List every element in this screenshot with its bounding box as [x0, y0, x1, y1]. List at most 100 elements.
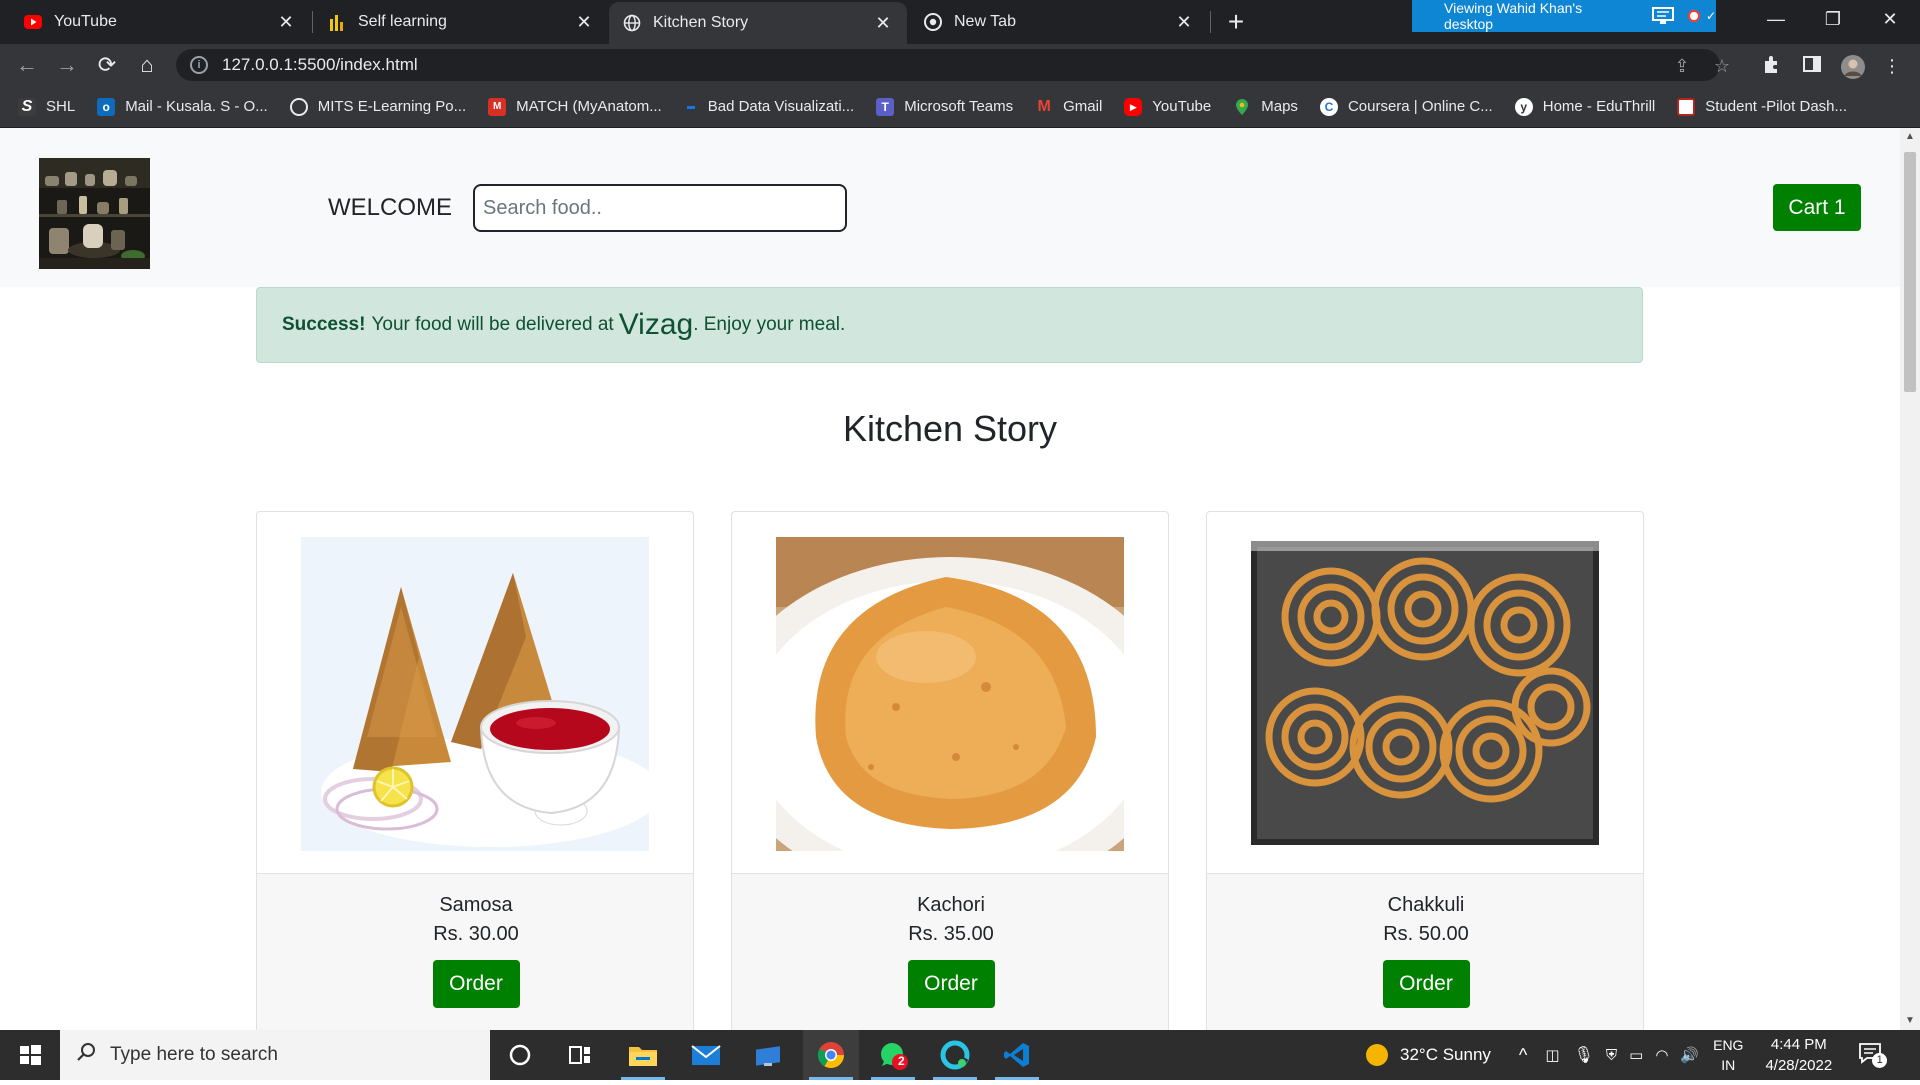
wifi-icon[interactable]: ◠ [1655, 1046, 1668, 1064]
minimize-button[interactable]: — [1748, 0, 1804, 38]
windows-icon [20, 1045, 41, 1065]
sun-icon[interactable] [1366, 1044, 1388, 1066]
vscode-icon[interactable] [989, 1030, 1045, 1080]
extensions-icon[interactable] [1760, 54, 1784, 78]
chrome-taskbar-icon[interactable] [803, 1030, 859, 1080]
remote-session-banner[interactable]: Viewing Wahid Khan's desktop ✓ [1412, 0, 1716, 32]
remote-desktop-icon[interactable] [740, 1030, 796, 1080]
whatsapp-icon[interactable]: 2 [865, 1030, 921, 1080]
welcome-text: WELCOME [328, 194, 453, 221]
site-logo[interactable] [39, 158, 150, 269]
food-name: Kachori [917, 894, 985, 916]
order-button[interactable]: Order [907, 960, 995, 1008]
bookmark-student-dash[interactable]: Student -Pilot Dash... [1677, 97, 1847, 116]
page-scrollbar[interactable]: ▲ ▼ [1900, 128, 1920, 1030]
bookmark-match[interactable]: M MATCH (MyAnatom... [488, 97, 662, 116]
site-navbar: WELCOME Cart 1 [0, 128, 1900, 287]
scroll-thumb[interactable] [1904, 152, 1916, 392]
taskbar-search[interactable]: Type here to search [60, 1030, 490, 1080]
back-icon[interactable]: ← [12, 50, 42, 80]
reload-icon[interactable]: ⟳ [92, 50, 122, 80]
clock[interactable]: 4:44 PM 4/28/2022 [1765, 1034, 1832, 1076]
chrome-menu-icon[interactable]: ⋮ [1880, 54, 1904, 78]
order-button[interactable]: Order [432, 960, 520, 1008]
tab-youtube[interactable]: YouTube ✕ [10, 0, 310, 44]
bookmark-mail[interactable]: o Mail - Kusala. S - O... [97, 97, 268, 116]
bookmark-bad-data[interactable]: Bad Data Visualizati... [684, 98, 854, 116]
chevron-up-icon[interactable]: ^ [1519, 1045, 1527, 1066]
check-icon: ✓ [1705, 9, 1716, 23]
globe-icon [623, 14, 641, 32]
bookmark-eduthrill[interactable]: y Home - EduThrill [1514, 97, 1655, 116]
tab-kitchen-story[interactable]: Kitchen Story ✕ [609, 2, 907, 44]
record-icon[interactable] [1688, 10, 1700, 22]
home-icon[interactable]: ⌂ [132, 50, 162, 80]
scroll-up-arrow[interactable]: ▲ [1900, 128, 1920, 146]
new-tab-button[interactable]: + [1220, 6, 1252, 38]
lang-bottom: IN [1721, 1057, 1736, 1073]
tab-title: YouTube [54, 13, 117, 30]
shl-icon: S [18, 97, 36, 116]
microphone-icon[interactable]: 🎙 [1574, 1045, 1594, 1065]
page-title: Kitchen Story [842, 408, 1058, 449]
meet-now-icon[interactable]: ◫ [1545, 1046, 1559, 1064]
restore-button[interactable]: ❐ [1805, 0, 1861, 38]
success-alert: Success! Your food will be delivered at … [256, 287, 1643, 363]
info-icon[interactable]: i [190, 56, 208, 74]
scroll-down-arrow[interactable]: ▼ [1900, 1012, 1920, 1030]
close-icon[interactable]: ✕ [1174, 12, 1194, 33]
bookmark-coursera[interactable]: C Coursera | Online C... [1319, 97, 1493, 116]
bookmark-star-icon[interactable]: ☆ [1710, 54, 1734, 78]
address-bar[interactable]: i 127.0.0.1:5500/index.html [176, 49, 1720, 81]
notification-icon[interactable]: 1 [1858, 1041, 1888, 1070]
alert-strong: Success! [282, 314, 366, 335]
bookmark-mits[interactable]: MITS E-Learning Po... [289, 97, 467, 116]
eduthrill-icon: y [1514, 97, 1533, 116]
cortana-icon[interactable] [492, 1030, 548, 1080]
youtube-icon [24, 13, 42, 31]
food-price: Rs. 35.00 [908, 923, 994, 945]
bookmarks-bar: S SHL o Mail - Kusala. S - O... MITS E-L… [0, 86, 1920, 128]
youtube-icon: ▶ [1124, 97, 1143, 116]
food-price: Rs. 50.00 [1383, 923, 1469, 945]
mail-icon[interactable] [678, 1030, 734, 1080]
bookmark-label: MITS E-Learning Po... [317, 98, 467, 115]
monitor-icon[interactable] [1652, 7, 1675, 25]
chakkuli-image [1251, 537, 1599, 851]
bookmark-teams[interactable]: T Microsoft Teams [876, 97, 1013, 116]
edge-icon[interactable] [927, 1030, 983, 1080]
file-explorer-icon[interactable] [615, 1030, 671, 1080]
weather-text[interactable]: 32°C Sunny [1400, 1045, 1491, 1065]
defender-icon[interactable]: ⛨ [1606, 1047, 1617, 1064]
order-button[interactable]: Order [1382, 960, 1470, 1008]
tab-title: Self learning [358, 13, 447, 30]
battery-icon[interactable]: ▭ [1629, 1046, 1643, 1064]
delivery-city: Vizag [618, 308, 694, 341]
food-card-kachori: Kachori Rs. 35.00 Order [731, 511, 1169, 1030]
browser-toolbar: ← → ⟳ ⌂ i 127.0.0.1:5500/index.html ⇪ ☆ … [0, 44, 1920, 86]
language-indicator[interactable]: ENG IN [1713, 1035, 1743, 1075]
start-button[interactable] [0, 1030, 60, 1080]
bookmark-shl[interactable]: S SHL [18, 97, 75, 116]
close-icon[interactable]: ✕ [276, 12, 296, 33]
profile-avatar[interactable] [1840, 54, 1865, 79]
kachori-image [776, 537, 1124, 851]
volume-icon[interactable]: 🔊 [1680, 1046, 1699, 1064]
bookmark-maps[interactable]: Maps [1233, 98, 1298, 116]
system-tray: 32°C Sunny ^ ◫ 🎙 ⛨ ▭ ◠ 🔊 ENG IN 4:44 PM … [1366, 1030, 1888, 1080]
close-icon[interactable]: ✕ [574, 12, 594, 33]
close-window-button[interactable]: ✕ [1862, 0, 1918, 38]
tab-new-tab[interactable]: New Tab ✕ [910, 0, 1208, 44]
food-price: Rs. 30.00 [433, 923, 519, 945]
student-icon [1677, 97, 1696, 116]
tab-self-learning[interactable]: Self learning ✕ [314, 0, 608, 44]
task-view-icon[interactable] [552, 1030, 608, 1080]
forward-icon[interactable]: → [52, 50, 82, 80]
bookmark-youtube[interactable]: ▶ YouTube [1124, 97, 1211, 116]
side-panel-icon[interactable] [1800, 54, 1824, 78]
bookmark-gmail[interactable]: M Gmail [1035, 98, 1102, 116]
close-icon[interactable]: ✕ [873, 13, 893, 34]
search-input[interactable] [473, 184, 847, 232]
share-icon[interactable]: ⇪ [1670, 54, 1694, 78]
cart-button[interactable]: Cart 1 [1773, 184, 1861, 231]
